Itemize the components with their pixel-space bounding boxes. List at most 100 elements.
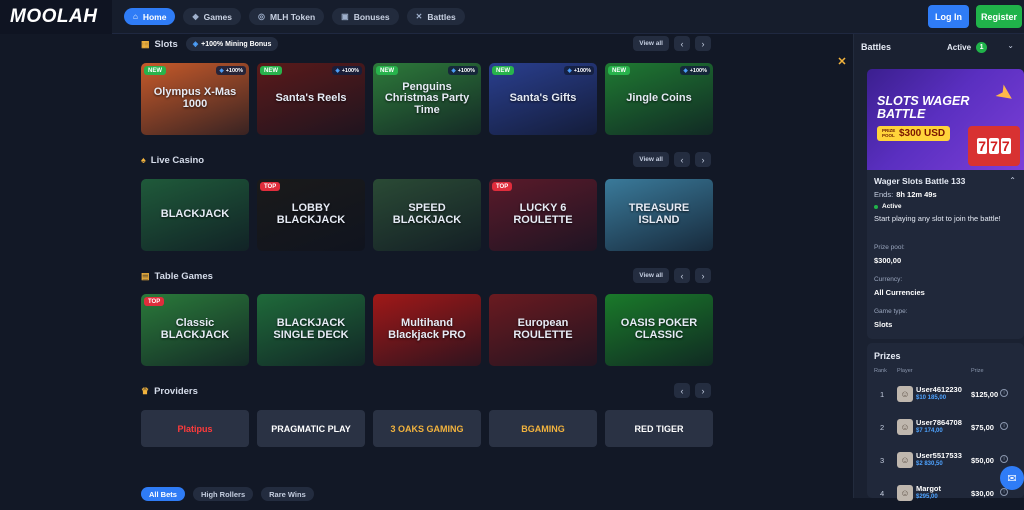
slots-next-arrow[interactable]: › [695, 36, 711, 51]
crown-icon: ♛ [141, 385, 150, 396]
player-name: Margot [916, 484, 941, 493]
battle-banner: ➤ SLOTS WAGER BATTLE PRIZE POOL $300 USD… [867, 69, 1024, 170]
table-next-arrow[interactable]: › [695, 268, 711, 283]
info-icon[interactable]: i [1000, 389, 1008, 397]
providers-row: Platipus PRAGMATIC PLAY 3 OAKS GAMING BGAMI… [141, 410, 713, 447]
slots-prev-arrow[interactable]: ‹ [674, 36, 690, 51]
main-content: ▦ Slots ◈ +100% Mining Bonus View all ‹ … [141, 34, 713, 498]
prize-amount: $125,00 [971, 390, 999, 399]
game-tile[interactable]: NEW ◈ +100% Jingle Coins [605, 63, 713, 135]
bets-tabs: All Bets High Rollers Rare Wins [141, 487, 314, 501]
game-type-value: Slots [874, 320, 893, 329]
game-tile[interactable]: BLACKJACK SINGLE DECK [257, 294, 365, 366]
game-badge: NEW [144, 66, 166, 75]
table-prev-arrow[interactable]: ‹ [674, 268, 690, 283]
prize-rank: 4 [880, 489, 885, 498]
games-icon: ◆ [192, 12, 199, 21]
slot-machine-icon: 777 [968, 126, 1020, 166]
slots-view-all-button[interactable]: View all [633, 36, 669, 51]
chevron-down-icon[interactable]: ⌄ [1007, 41, 1014, 50]
game-title: Penguins Christmas Party Time [384, 80, 470, 116]
game-tile[interactable]: TREASURE ISLAND [605, 179, 713, 251]
info-icon[interactable]: i [1000, 455, 1008, 463]
game-title: BLACKJACK [160, 208, 230, 221]
game-title: Multihand Blackjack PRO [388, 317, 466, 341]
section-title-table: Table Games [154, 270, 213, 282]
avatar: ☺ [897, 485, 913, 501]
avatar: ☺ [897, 386, 913, 402]
chevron-up-icon[interactable]: ⌃ [1009, 176, 1016, 185]
game-tile[interactable]: NEW ◈ +100% Santa's Gifts [489, 63, 597, 135]
game-tile[interactable]: Multihand Blackjack PRO [373, 294, 481, 366]
player-name: User7864708 [916, 418, 962, 427]
game-tile[interactable]: SPEED BLACKJACK [373, 179, 481, 251]
nav-label: Games [203, 11, 232, 22]
home-icon: ⌂ [133, 12, 138, 21]
game-tile[interactable]: TOP LUCKY 6 ROULETTE [489, 179, 597, 251]
game-badge: TOP [144, 297, 165, 306]
tab-high-rollers[interactable]: High Rollers [192, 487, 254, 501]
game-tile[interactable]: European ROULETTE [489, 294, 597, 366]
mining-bonus-badge: ◈ +100% [680, 66, 710, 75]
game-tile[interactable]: BLACKJACK [141, 179, 249, 251]
game-tile[interactable]: NEW ◈ +100% Penguins Christmas Party Time [373, 63, 481, 135]
collapse-sidebar-icon[interactable]: ✕ [836, 54, 848, 68]
player-wager: $10 185,00 [916, 395, 947, 401]
game-title: Olympus X-Mas 1000 [153, 86, 237, 110]
battle-card[interactable]: ➤ SLOTS WAGER BATTLE PRIZE POOL $300 USD… [867, 69, 1024, 339]
table-view-all-button[interactable]: View all [633, 268, 669, 283]
prize-row: 1 ☺ User4612230 $10 185,00 $125,00 i [867, 381, 1024, 411]
provider-tile[interactable]: RED TIGER [605, 410, 713, 447]
top-bar: MOOLAH ⌂ Home ◆ Games ◎ MLH Token ▣ Bonuses ✕ Bat… [0, 0, 1024, 34]
providers-prev-arrow[interactable]: ‹ [674, 383, 690, 398]
section-title-slots: Slots [154, 38, 178, 50]
mining-bonus-badge: ◈ +100% [332, 66, 362, 75]
nav-label: Bonuses [353, 11, 390, 22]
nav-battles[interactable]: ✕ Battles [406, 8, 465, 25]
game-badge: NEW [376, 66, 398, 75]
avatar: ☺ [897, 419, 913, 435]
nav-home[interactable]: ⌂ Home [124, 8, 176, 25]
provider-tile[interactable]: PRAGMATIC PLAY [257, 410, 365, 447]
player-wager: $2 830,50 [916, 461, 943, 467]
rocket-icon: ➤ [990, 78, 1020, 110]
game-title: LUCKY 6 ROULETTE [513, 202, 573, 226]
live-view-all-button[interactable]: View all [633, 152, 669, 167]
live-prev-arrow[interactable]: ‹ [674, 152, 690, 167]
nav-games[interactable]: ◆ Games [183, 8, 241, 25]
game-tile[interactable]: OASIS POKER CLASSIC [605, 294, 713, 366]
tab-all-bets[interactable]: All Bets [141, 487, 185, 501]
game-title: LOBBY BLACKJACK [276, 202, 346, 226]
providers-next-arrow[interactable]: › [695, 383, 711, 398]
game-tile[interactable]: TOP Classic BLACKJACK [141, 294, 249, 366]
gift-icon: ▣ [341, 12, 349, 21]
live-next-arrow[interactable]: › [695, 152, 711, 167]
mining-bonus-pill: ◈ +100% Mining Bonus [185, 37, 279, 51]
provider-tile[interactable]: BGAMING [489, 410, 597, 447]
chat-icon[interactable]: ✉ [1000, 466, 1024, 490]
active-filter[interactable]: Active 1 [947, 42, 988, 53]
game-title: Santa's Reels [275, 92, 347, 105]
register-button[interactable]: Register [976, 5, 1022, 28]
game-tile[interactable]: TOP LOBBY BLACKJACK [257, 179, 365, 251]
login-button[interactable]: Log In [928, 5, 969, 28]
game-tile[interactable]: NEW ◈ +100% Santa's Reels [257, 63, 365, 135]
game-tile[interactable]: NEW ◈ +100% Olympus X-Mas 1000 [141, 63, 249, 135]
prize-rank: 1 [880, 390, 885, 399]
info-icon[interactable]: i [1000, 422, 1008, 430]
providers-section-header: ♛ Providers ‹ › [141, 382, 711, 400]
nav-bonuses[interactable]: ▣ Bonuses [332, 8, 399, 25]
provider-tile[interactable]: 3 OAKS GAMING [373, 410, 481, 447]
game-title: BLACKJACK SINGLE DECK [273, 317, 349, 341]
game-title: SPEED BLACKJACK [392, 202, 462, 226]
nav-mlh-token[interactable]: ◎ MLH Token [248, 8, 325, 25]
prize-rank: 2 [880, 423, 885, 432]
game-title: TREASURE ISLAND [628, 202, 690, 226]
moolah-logo[interactable]: MOOLAH [0, 0, 112, 34]
provider-tile[interactable]: Platipus [141, 410, 249, 447]
tab-rare-wins[interactable]: Rare Wins [261, 487, 314, 501]
game-title: OASIS POKER CLASSIC [620, 317, 698, 341]
panel-title: Battles [861, 42, 892, 52]
battle-name: Wager Slots Battle 133 [874, 176, 966, 186]
section-title-providers: Providers [154, 385, 198, 397]
